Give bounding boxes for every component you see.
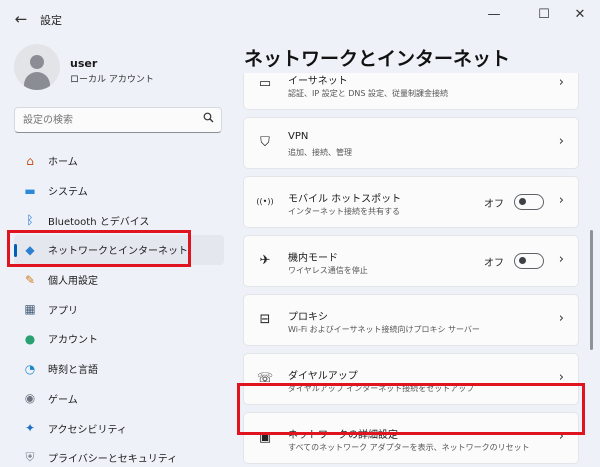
sidebar-item-7[interactable]: ◔ 時刻と言語 [14,354,224,384]
sidebar-item-10[interactable]: ⛨ プライバシーとセキュリティ [14,443,224,467]
user-name: user [70,57,98,70]
card-title: 機内モード [288,253,338,264]
bluetooth-icon: ᛒ [26,213,34,228]
sidebar-nav: ⌂ ホーム ▬ システム ᛒ Bluetooth とデバイス ◆ ネットワークとインターネット… [14,146,224,467]
proxy-icon: ⊟ [259,312,271,327]
hotspot-icon: ((•)) [256,197,274,206]
airplane-icon: ✈ [259,253,271,268]
page-title: ネットワークとインターネット [244,48,511,70]
sidebar-item-label: Bluetooth とデバイス [48,216,150,228]
chevron-right-icon: › [558,75,564,90]
settings-card[interactable]: ((•)) モバイル ホットスポット インターネット接続を共有する オフ › [243,176,579,228]
maximize-button[interactable]: ☐ [528,4,560,26]
card-title: イーサネット [288,76,348,87]
account-icon: ● [24,331,36,346]
chevron-right-icon: › [558,193,564,208]
highlight-advanced-network [237,383,585,435]
vpn-shield-icon: ⛉ [260,135,270,150]
brush-icon: ✎ [24,272,36,287]
search-input[interactable] [23,112,203,129]
sidebar-item-label: システム [48,187,88,199]
toggle-switch[interactable] [514,253,544,269]
sidebar-item-8[interactable]: ◉ ゲーム [14,384,224,414]
search-box[interactable] [14,107,222,133]
card-description: すべてのネットワーク アダプターを表示、ネットワークのリセット [288,443,530,452]
back-button[interactable]: ← [10,9,32,29]
toggle-state-label: オフ [484,199,504,210]
sidebar-item-label: アカウント [48,335,98,347]
sidebar-item-label: プライバシーとセキュリティ [48,454,178,466]
sidebar-item-5[interactable]: ▦ アプリ [14,294,224,324]
ethernet-icon: ▭ [258,76,272,91]
sidebar-item-6[interactable]: ● アカウント [14,324,224,354]
toggle-knob [519,257,526,264]
chevron-right-icon: › [558,252,564,267]
sidebar-item-label: ゲーム [48,394,78,406]
minimize-button[interactable]: — [478,4,510,26]
apps-icon: ▦ [24,302,36,317]
sidebar-item-0[interactable]: ⌂ ホーム [14,146,224,176]
sidebar-item-1[interactable]: ▬ システム [14,176,224,206]
sidebar-item-4[interactable]: ✎ 個人用設定 [14,265,224,295]
settings-card[interactable]: ✈ 機内モードワイヤレス通信を停止 オフ › [243,235,579,287]
toggle-state-label: オフ [484,258,504,269]
sidebar-item-label: アクセシビリティ [48,424,127,436]
search-icon[interactable] [201,112,215,128]
settings-card[interactable]: ⛉ VPN 追加、接続、管理 › [243,117,579,169]
card-description: インターネット接続を共有する [288,207,400,216]
card-title: プロキシ [288,312,328,323]
system-icon: ▬ [24,183,36,198]
globe-clock-icon: ◔ [24,361,36,376]
sidebar-item-9[interactable]: ✦ アクセシビリティ [14,413,224,443]
account-type: ローカル アカウント [70,75,154,85]
toggle-knob [519,198,526,205]
avatar [14,44,60,90]
toggle-switch[interactable] [514,194,544,210]
user-profile[interactable]: user ローカル アカウント [14,44,224,94]
card-description: ワイヤレス通信を停止 [288,266,368,275]
settings-card[interactable]: ⊟ プロキシ Wi-Fi およびイーサネット接続向けプロキシ サーバー › [243,294,579,346]
card-title: モバイル ホットスポット [288,194,402,205]
sidebar-item-label: 時刻と言語 [48,365,98,377]
sidebar-item-label: ホーム [48,157,78,169]
highlight-network-nav [7,230,191,267]
sidebar-item-label: 個人用設定 [48,276,98,288]
card-description: Wi-Fi およびイーサネット接続向けプロキシ サーバー [288,325,480,334]
card-title: ダイヤルアップ [288,371,358,382]
shield-icon: ⛨ [25,450,35,465]
scrollbar[interactable] [590,230,593,350]
card-description: 認証、IP 設定と DNS 設定、従量制課金接続 [288,89,449,98]
chevron-right-icon: › [558,311,564,326]
card-description: 追加、接続、管理 [288,148,352,157]
close-button[interactable]: ✕ [564,4,596,26]
app-title: 設定 [40,14,62,27]
card-title: VPN [288,131,309,142]
accessibility-icon: ✦ [24,421,36,436]
home-icon: ⌂ [26,153,34,168]
settings-card[interactable]: ▭ イーサネット認証、IP 設定と DNS 設定、従量制課金接続 › [243,73,579,110]
gamepad-icon: ◉ [24,391,36,406]
title-bar: ← 設定 — ☐ ✕ [0,0,600,38]
sidebar-item-label: アプリ [48,305,78,317]
chevron-right-icon: › [558,134,564,149]
